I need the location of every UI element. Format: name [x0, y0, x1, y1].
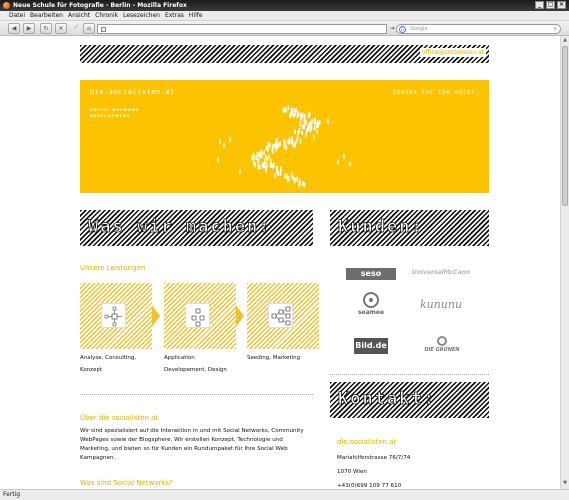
maximize-icon[interactable]: □ — [546, 1, 555, 9]
menu-bearbeiten[interactable]: Bearbeiten — [30, 11, 63, 20]
back-arrow-icon: ◀ — [11, 25, 17, 32]
vertical-scrollbar[interactable]: ▲ ▼ — [560, 36, 569, 489]
top-stripe-band: office@socialisten.at — [80, 45, 489, 63]
contact-address: Mariahilferstrasse 76/7/74 1070 Wien +43… — [337, 451, 410, 489]
leistungen-label: Unsere Leistungen — [80, 264, 146, 272]
throbber: ⟋ — [70, 23, 82, 34]
search-icon[interactable]: ⌕ — [554, 25, 557, 33]
about-paragraph: Wir sind spezialisiert auf die Interakti… — [80, 428, 304, 461]
question-link[interactable]: Was sind Social Networks? — [80, 479, 173, 487]
scroll-up-icon[interactable]: ▲ — [562, 37, 568, 45]
home-icon: ⌂ — [87, 25, 91, 32]
stop-button[interactable]: ✕ — [55, 23, 67, 34]
client-logo-bild[interactable]: Bild.de — [354, 338, 388, 354]
scroll-thumb[interactable] — [562, 46, 568, 206]
service-label-seeding-1: Seeding, Marketing — [247, 355, 301, 361]
firefox-icon — [3, 2, 10, 9]
menu-extras[interactable]: Extras — [165, 11, 184, 20]
service-label-application-1: Application — [164, 355, 195, 361]
stop-icon: ✕ — [58, 25, 64, 32]
close-icon[interactable]: × — [557, 1, 566, 9]
client-name-kununu: kununu — [419, 298, 463, 311]
client-name-bild: Bild.de — [355, 341, 387, 350]
forward-arrow-icon: ▶ — [26, 25, 32, 32]
client-logo-gruene[interactable]: DIE GRÜNEN — [414, 336, 470, 358]
service-label-analyse: Analyse, Consulting, Konzept — [80, 352, 160, 376]
arrow-right-icon — [236, 305, 244, 327]
service-label-application-2: Developement, Design — [164, 367, 227, 373]
menu-lesezeichen[interactable]: Lesezeichen — [123, 11, 160, 20]
service-label-analyse-2: Konzept — [80, 367, 103, 373]
google-icon: G — [399, 26, 406, 33]
clients-divider — [330, 374, 489, 375]
search-input[interactable]: G Google ⌕ — [396, 24, 561, 34]
go-arrow-icon: ➜ — [390, 25, 396, 32]
banner-title: die.socialisten.at — [90, 88, 175, 96]
section-head-was: Was wir machen: — [80, 210, 313, 246]
section-title-kontakt: Kontakt: — [338, 389, 436, 410]
service-label-seeding: Seeding, Marketing — [247, 352, 327, 364]
contact-name: die.socialisten.at — [337, 438, 397, 446]
menu-hilfe[interactable]: Hilfe — [189, 11, 203, 20]
section-head-kunden: Kunden: — [330, 210, 489, 246]
search-placeholder: Google — [410, 26, 428, 32]
banner-subtitle: SOCIAL NETWORK DEVELOPMENT — [90, 108, 140, 118]
contact-phone: +43(0)699 109 77 610 — [337, 483, 402, 489]
content-divider — [80, 394, 313, 395]
status-text: Fertig — [3, 491, 21, 498]
url-field[interactable] — [97, 24, 387, 34]
window-titlebar: Neue Schule für Fotografie - Berlin - Mo… — [0, 0, 569, 11]
service-box-seeding — [247, 283, 319, 349]
reload-button[interactable]: ↻ — [40, 23, 52, 34]
reload-icon: ↻ — [43, 25, 49, 32]
arrow-right-icon — [152, 305, 160, 327]
menu-chronik[interactable]: Chronik — [95, 11, 118, 20]
back-button[interactable]: ◀ — [8, 23, 20, 34]
home-button[interactable]: ⌂ — [83, 23, 95, 34]
network-icon — [268, 303, 293, 328]
banner-thanks: thanks for the ad(d). — [392, 89, 479, 96]
scroll-down-icon[interactable]: ▼ — [562, 480, 568, 488]
about-title: Über die socialisten.at — [80, 414, 159, 422]
page-icon — [101, 27, 106, 32]
minimize-icon[interactable]: _ — [535, 1, 544, 9]
window-controls: _ □ × — [535, 1, 566, 9]
menu-ansicht[interactable]: Ansicht — [68, 11, 90, 20]
email-link[interactable]: office@socialisten.at — [419, 48, 486, 57]
client-logo-universalmccann[interactable]: UniversalMcCann — [406, 269, 476, 276]
contact-street: Mariahilferstrasse 76/7/74 — [337, 455, 411, 461]
service-box-application — [164, 283, 244, 349]
sunflower-icon — [437, 336, 447, 346]
section-title-kunden: Kunden: — [338, 217, 424, 238]
navigation-toolbar: ◀ ▶ ↻ ✕ ⟋ ⌂ ➜ G Google ⌕ — [0, 21, 569, 36]
client-name-seamee: seamee — [357, 309, 385, 316]
service-label-analyse-1: Analyse, Consulting, — [80, 355, 137, 361]
page-viewport: office@socialisten.at die.socialisten.at… — [0, 36, 569, 489]
seamee-symbol-icon — [363, 292, 379, 308]
menubar: Datei Bearbeiten Ansicht Chronik Lesezei… — [0, 11, 569, 21]
client-name-gruene: DIE GRÜNEN — [424, 347, 460, 353]
flowchart-icon — [101, 303, 126, 328]
client-name-seso: seso — [360, 269, 382, 278]
structure-icon — [185, 303, 210, 328]
forward-button[interactable]: ▶ — [23, 23, 35, 34]
client-logo-seso[interactable]: seso — [346, 268, 396, 280]
status-bar: Fertig — [0, 489, 569, 500]
service-label-application: Application Developement, Design — [164, 352, 244, 376]
menu-datei[interactable]: Datei — [9, 11, 25, 20]
activity-icon: ⟋ — [73, 24, 79, 31]
client-logo-kununu[interactable]: kununu — [406, 298, 476, 311]
service-box-analyse — [80, 283, 160, 349]
crowd-illustration — [217, 105, 351, 188]
header-banner: die.socialisten.at SOCIAL NETWORK DEVELO… — [80, 80, 489, 193]
contact-city: 1070 Wien — [337, 469, 367, 475]
client-name-universalmccann: UniversalMcCann — [411, 269, 471, 276]
section-head-kontakt: Kontakt: — [330, 382, 489, 418]
window-title: Neue Schule für Fotografie - Berlin - Mo… — [13, 2, 187, 9]
client-logo-seamee[interactable]: seamee — [346, 292, 396, 322]
section-title-was: Was wir machen: — [88, 217, 272, 238]
